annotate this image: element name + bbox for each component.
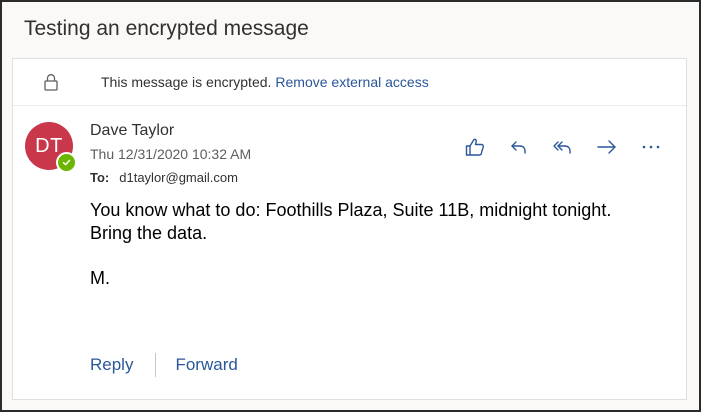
reading-pane: Testing an encrypted message This messag… xyxy=(0,0,701,412)
message-header: DT Dave Taylor Thu 12/31/2020 10:32 AM T… xyxy=(13,106,686,196)
message-subject: Testing an encrypted message xyxy=(2,2,699,56)
reply-all-icon[interactable] xyxy=(548,132,578,162)
to-label: To: xyxy=(90,170,110,185)
message-body: You know what to do: Foothills Plaza, Su… xyxy=(90,199,676,290)
encryption-banner: This message is encrypted. Remove extern… xyxy=(13,59,686,106)
reply-icon[interactable] xyxy=(504,132,534,162)
presence-available-icon xyxy=(56,152,77,173)
forward-icon[interactable] xyxy=(592,132,622,162)
signature: M. xyxy=(90,268,110,288)
message-card: This message is encrypted. Remove extern… xyxy=(12,58,687,400)
forward-button[interactable]: Forward xyxy=(175,355,237,375)
more-icon[interactable] xyxy=(636,132,666,162)
recipient-line: To: d1taylor@gmail.com xyxy=(90,170,238,185)
remove-external-access-link[interactable]: Remove external access xyxy=(275,74,428,90)
body-line: Bring the data. xyxy=(90,223,208,243)
recipient-email[interactable]: d1taylor@gmail.com xyxy=(119,170,238,185)
message-date: Thu 12/31/2020 10:32 AM xyxy=(90,146,252,162)
quick-actions: Reply Forward xyxy=(90,353,238,377)
message-actions xyxy=(460,132,666,162)
body-line: You know what to do: Foothills Plaza, Su… xyxy=(90,200,612,220)
divider xyxy=(155,353,157,377)
avatar[interactable]: DT xyxy=(25,122,77,173)
reply-button[interactable]: Reply xyxy=(90,355,133,375)
encryption-message: This message is encrypted. xyxy=(101,74,272,90)
sender-name[interactable]: Dave Taylor xyxy=(90,122,174,140)
lock-icon xyxy=(41,72,61,92)
like-icon[interactable] xyxy=(460,132,490,162)
